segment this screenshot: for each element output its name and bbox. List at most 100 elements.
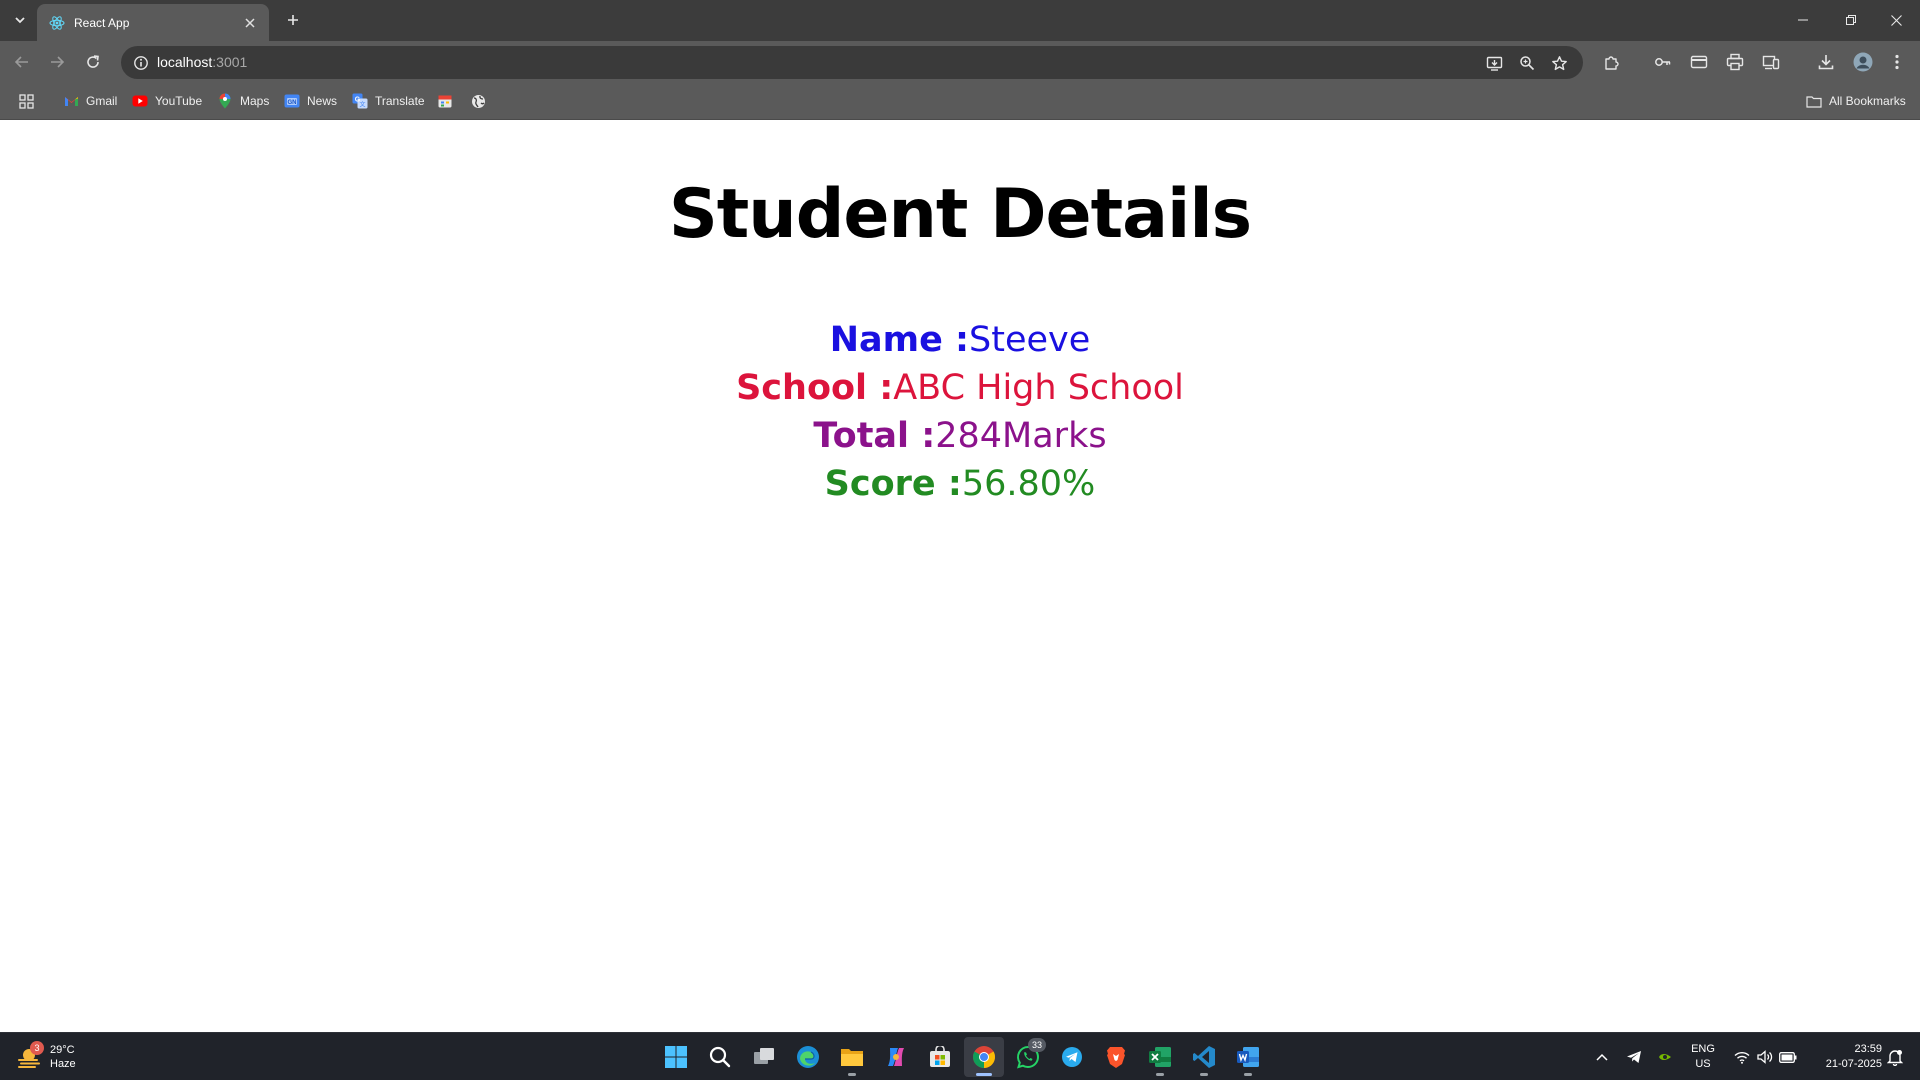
- minimize-button[interactable]: [1787, 6, 1819, 34]
- excel-icon: [1149, 1047, 1171, 1067]
- start-button[interactable]: [656, 1037, 696, 1077]
- zoom-icon[interactable]: [1515, 51, 1539, 75]
- apps-grid-icon[interactable]: [15, 90, 37, 112]
- taskbar-vscode[interactable]: [1184, 1037, 1224, 1077]
- taskbar-word[interactable]: [1228, 1037, 1268, 1077]
- clock-date: 21-07-2025: [1825, 1058, 1882, 1070]
- task-view-button[interactable]: [744, 1037, 784, 1077]
- forward-button[interactable]: [43, 48, 71, 76]
- edge-icon: [797, 1046, 819, 1068]
- taskbar-whatsapp[interactable]: 33: [1008, 1037, 1048, 1077]
- weather-desc: Haze: [50, 1058, 76, 1070]
- tray-volume[interactable]: [1754, 1037, 1776, 1077]
- tab-react-app[interactable]: React App: [37, 4, 269, 41]
- arrow-left-icon: [14, 56, 28, 68]
- plus-icon: [288, 15, 298, 25]
- bookmark-calendar[interactable]: [437, 91, 453, 111]
- profile-button[interactable]: [1849, 48, 1877, 76]
- taskbar-copilot[interactable]: [876, 1037, 916, 1077]
- install-app-icon[interactable]: [1482, 51, 1506, 75]
- folder-icon: [841, 1049, 863, 1066]
- taskbar-chrome[interactable]: [964, 1037, 1004, 1077]
- system-clock[interactable]: 23:59 21-07-2025: [1800, 1042, 1882, 1072]
- nvidia-icon: [1659, 1054, 1671, 1060]
- menu-button[interactable]: [1883, 48, 1911, 76]
- taskbar-telegram[interactable]: [1052, 1037, 1092, 1077]
- chrome-icon: [973, 1046, 995, 1068]
- search-icon: [709, 1046, 731, 1068]
- payment-methods-button[interactable]: [1685, 48, 1713, 76]
- url-host: localhost: [157, 54, 213, 70]
- key-icon: [1655, 58, 1671, 66]
- bookmark-gmail[interactable]: Gmail: [63, 91, 117, 111]
- bookmark-translate[interactable]: G文 Translate: [352, 91, 425, 111]
- bookmark-label: Maps: [240, 94, 270, 108]
- tray-nvidia[interactable]: [1653, 1037, 1677, 1077]
- restore-button[interactable]: [1835, 6, 1867, 34]
- bookmark-star-icon[interactable]: [1547, 51, 1571, 75]
- notification-badge: 33: [1028, 1038, 1046, 1052]
- detail-score: Score :56.80%: [0, 460, 1920, 508]
- bookmark-news[interactable]: GN News: [284, 91, 337, 111]
- taskbar-edge[interactable]: [788, 1037, 828, 1077]
- taskbar-excel[interactable]: [1140, 1037, 1180, 1077]
- tab-search-button[interactable]: [8, 8, 32, 32]
- detail-school: School :ABC High School: [0, 364, 1920, 412]
- tray-wifi[interactable]: [1731, 1037, 1753, 1077]
- svg-text:文: 文: [359, 101, 365, 109]
- detail-value: Steeve: [969, 320, 1091, 360]
- youtube-icon: [132, 93, 148, 109]
- taskbar-store[interactable]: [920, 1037, 960, 1077]
- url-port: :3001: [212, 54, 248, 70]
- detail-label: Total :: [813, 416, 936, 456]
- browser-toolbar: localhost:3001: [0, 41, 1920, 82]
- close-window-button[interactable]: [1880, 6, 1912, 34]
- all-bookmarks-label: All Bookmarks: [1829, 94, 1906, 108]
- vscode-icon: [1193, 1046, 1215, 1068]
- battery-icon: [1779, 1051, 1797, 1063]
- bookmark-youtube[interactable]: YouTube: [132, 91, 202, 111]
- windows-icon: [665, 1046, 687, 1068]
- show-hidden-icons-button[interactable]: [1590, 1037, 1614, 1077]
- taskbar-brave[interactable]: [1096, 1037, 1136, 1077]
- taskbar-file-explorer[interactable]: [832, 1037, 872, 1077]
- bookmark-maps[interactable]: Maps: [217, 91, 269, 111]
- tray-telegram[interactable]: [1622, 1037, 1646, 1077]
- new-tab-button[interactable]: [281, 8, 305, 32]
- extensions-button[interactable]: [1597, 48, 1625, 76]
- credit-card-icon: [1690, 55, 1708, 69]
- bookmark-globe[interactable]: [470, 91, 486, 111]
- download-icon: [1818, 55, 1834, 70]
- close-tab-icon[interactable]: [241, 14, 259, 32]
- taskbar-apps: 33: [656, 1037, 1268, 1077]
- search-button[interactable]: [700, 1037, 740, 1077]
- notification-center-button[interactable]: [1882, 1037, 1908, 1077]
- downloads-button[interactable]: [1812, 48, 1840, 76]
- cast-button[interactable]: [1757, 48, 1785, 76]
- reload-button[interactable]: [79, 48, 107, 76]
- tray-battery[interactable]: [1777, 1037, 1799, 1077]
- notification-icon: [1887, 1049, 1903, 1066]
- running-indicator: [1156, 1073, 1164, 1076]
- address-bar[interactable]: localhost:3001: [121, 46, 1583, 79]
- detail-label: Name :: [829, 320, 970, 360]
- language-indicator[interactable]: ENG US: [1683, 1042, 1723, 1072]
- react-icon: [48, 14, 66, 32]
- site-info-icon[interactable]: [129, 51, 153, 75]
- svg-text:GN: GN: [288, 100, 297, 106]
- print-button[interactable]: [1721, 48, 1749, 76]
- detail-name: Name :Steeve: [0, 316, 1920, 364]
- task-view-icon: [754, 1048, 774, 1064]
- passwords-button[interactable]: [1649, 48, 1677, 76]
- student-details: Name :Steeve School :ABC High School Tot…: [0, 316, 1920, 508]
- speaker-icon: [1757, 1050, 1773, 1064]
- weather-widget[interactable]: 3 29°C Haze: [16, 1039, 76, 1075]
- send-icon: [1627, 1051, 1641, 1063]
- arrow-right-icon: [51, 56, 65, 68]
- page-content: Student Details Name :Steeve School :ABC…: [0, 120, 1920, 1032]
- bookmark-label: YouTube: [155, 94, 203, 108]
- all-bookmarks[interactable]: All Bookmarks: [1806, 91, 1906, 111]
- restore-icon: [1846, 15, 1856, 25]
- back-button[interactable]: [8, 48, 36, 76]
- url-text[interactable]: localhost:3001: [157, 54, 247, 70]
